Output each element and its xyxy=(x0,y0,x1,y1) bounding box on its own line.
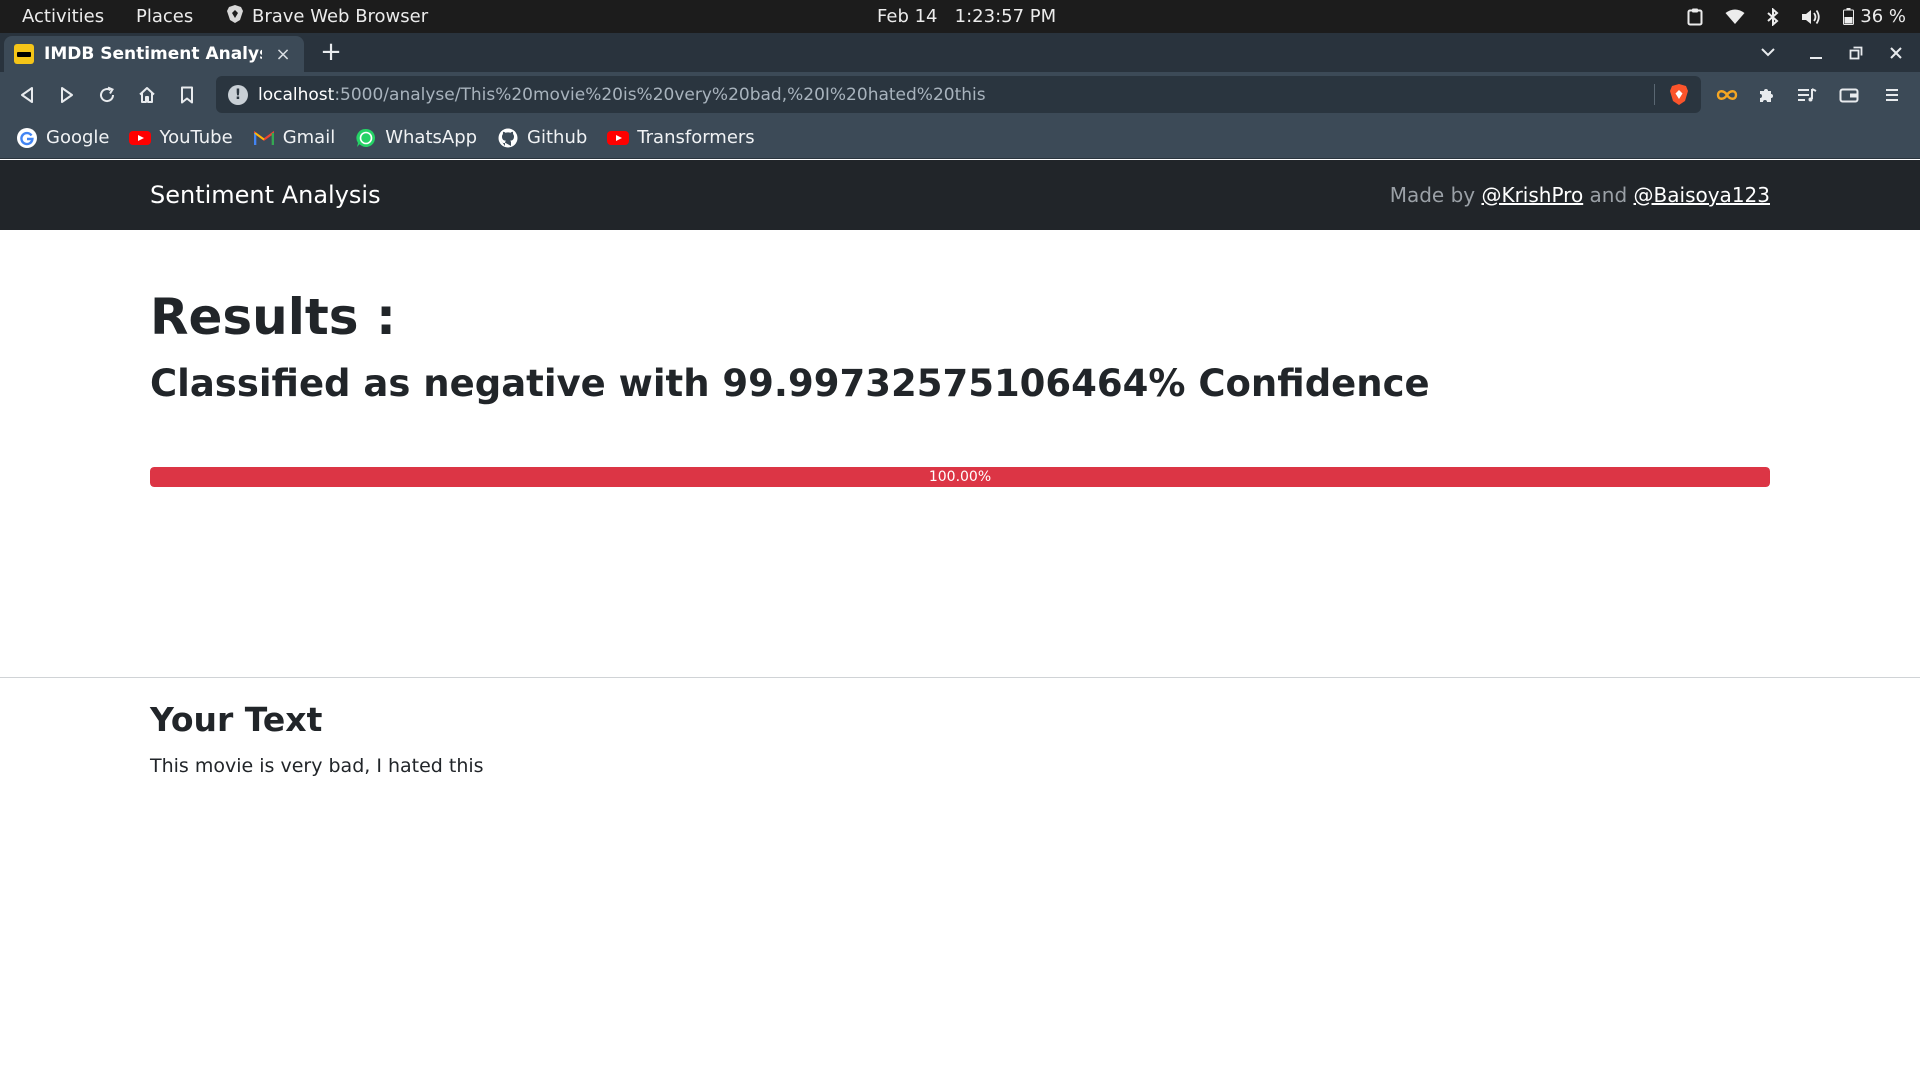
tab-close-icon[interactable]: × xyxy=(272,44,294,65)
minimize-icon[interactable] xyxy=(1798,33,1834,72)
bookmark-label: Transformers xyxy=(637,127,755,148)
url-host: localhost xyxy=(258,84,335,105)
clipboard-icon[interactable] xyxy=(1687,8,1703,26)
app-menu[interactable]: Brave Web Browser xyxy=(226,0,428,33)
url-path: :5000/analyse/This%20movie%20is%20very%2… xyxy=(334,84,986,105)
navbar-credits: Made by @KrishPro and @Baisoya123 xyxy=(1390,160,1770,230)
whatsapp-icon xyxy=(355,127,377,149)
tab-imdb-sentiment[interactable]: IMDB Sentiment Analysis × xyxy=(4,36,304,72)
activities-label: Activities xyxy=(22,6,105,27)
confidence-text: with 99.99732575106464% Confidence xyxy=(605,362,1430,405)
app-menu-label: Brave Web Browser xyxy=(252,6,429,27)
submitted-text: This movie is very bad, I hated this xyxy=(150,755,484,777)
battery-icon xyxy=(1843,8,1855,25)
brave-shields-icon[interactable] xyxy=(1669,83,1689,111)
system-tray[interactable]: 36 % xyxy=(1687,0,1906,33)
author-link-baisoya123[interactable]: @Baisoya123 xyxy=(1634,183,1770,207)
results-heading: Results : xyxy=(150,288,396,346)
youtube-icon xyxy=(129,127,152,149)
menu-icon[interactable] xyxy=(1876,79,1908,111)
bookmark-whatsapp[interactable]: WhatsApp xyxy=(355,122,477,154)
bookmark-label: Github xyxy=(527,127,588,148)
confidence-progress-bar: 100.00% xyxy=(150,467,1770,487)
github-icon xyxy=(497,127,519,149)
and-text: and xyxy=(1583,183,1634,207)
bookmark-youtube[interactable]: YouTube xyxy=(129,122,233,154)
gmail-icon xyxy=(253,127,275,149)
home-icon[interactable] xyxy=(131,79,163,111)
bookmark-label: YouTube xyxy=(159,127,233,148)
site-navbar: Sentiment Analysis Made by @KrishPro and… xyxy=(0,160,1920,230)
bookmarks-bar: Google YouTube Gmail WhatsApp Github Tra… xyxy=(0,117,1920,159)
youtube-icon xyxy=(607,127,630,149)
bookmark-label: Gmail xyxy=(282,127,336,148)
imdb-favicon-icon xyxy=(14,44,34,64)
bookmark-gmail[interactable]: Gmail xyxy=(253,122,336,154)
classified-prefix: Classified as xyxy=(150,362,424,405)
address-bar[interactable]: ! localhost:5000/analyse/This%20movie%20… xyxy=(216,76,1701,113)
bookmark-icon[interactable] xyxy=(171,79,203,111)
close-window-icon[interactable] xyxy=(1878,33,1914,72)
back-icon[interactable] xyxy=(11,79,43,111)
wifi-icon xyxy=(1725,9,1745,25)
made-by-text: Made by xyxy=(1389,183,1482,207)
bookmark-github[interactable]: Github xyxy=(497,122,587,154)
bookmark-label: Google xyxy=(46,127,110,148)
tab-search-chevron-icon[interactable] xyxy=(1750,33,1786,72)
progress-label: 100.00% xyxy=(928,469,992,485)
reload-icon[interactable] xyxy=(91,79,123,111)
battery-indicator: 36 % xyxy=(1843,6,1906,27)
wallet-icon[interactable] xyxy=(1833,79,1865,111)
activities-button[interactable]: Activities xyxy=(22,0,104,33)
battery-label: 36 % xyxy=(1860,6,1906,27)
clock[interactable]: Feb 14 1:23:57 PM xyxy=(877,0,1056,33)
new-tab-button[interactable]: + xyxy=(316,37,346,67)
site-info-icon[interactable]: ! xyxy=(228,84,248,105)
sentiment-label: negative xyxy=(423,362,606,405)
bluetooth-icon xyxy=(1767,7,1779,26)
volume-icon xyxy=(1801,9,1821,25)
system-top-bar: Activities Places Brave Web Browser Feb … xyxy=(0,0,1920,33)
confidence-progress: 100.00% xyxy=(150,467,1770,487)
clock-label: Feb 14 1:23:57 PM xyxy=(877,6,1057,27)
your-text-heading: Your Text xyxy=(150,700,323,739)
forward-icon[interactable] xyxy=(51,79,83,111)
tab-title: IMDB Sentiment Analysis xyxy=(44,44,262,64)
places-menu[interactable]: Places xyxy=(136,0,193,33)
author-link-krishpro[interactable]: @KrishPro xyxy=(1481,183,1583,207)
bookmark-google[interactable]: Google xyxy=(16,122,109,154)
section-divider xyxy=(0,677,1920,678)
navbar-brand[interactable]: Sentiment Analysis xyxy=(150,160,381,230)
places-label: Places xyxy=(136,6,194,27)
playlist-icon[interactable] xyxy=(1791,79,1823,111)
google-icon xyxy=(16,127,38,149)
browser-toolbar: ! localhost:5000/analyse/This%20movie%20… xyxy=(0,72,1920,117)
classification-result: Classified as negative with 99.997325751… xyxy=(150,362,1430,405)
brave-app-icon xyxy=(226,4,244,29)
address-bar-divider xyxy=(1654,84,1655,105)
page-content: Sentiment Analysis Made by @KrishPro and… xyxy=(0,160,1920,1080)
extensions-icon[interactable] xyxy=(1751,79,1783,111)
restore-icon[interactable] xyxy=(1838,33,1874,72)
bookmark-transformers[interactable]: Transformers xyxy=(607,122,755,154)
rewards-icon[interactable] xyxy=(1711,79,1743,111)
bookmark-label: WhatsApp xyxy=(385,127,478,148)
tab-strip: IMDB Sentiment Analysis × + xyxy=(0,33,1920,72)
